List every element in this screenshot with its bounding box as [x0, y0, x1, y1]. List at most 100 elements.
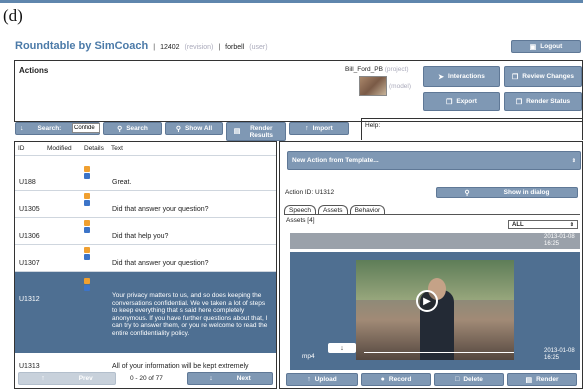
record-button[interactable]: ● Record: [361, 373, 431, 386]
col-text: Text: [111, 145, 123, 152]
figure-label: (d): [3, 6, 23, 25]
col-id: ID: [18, 145, 25, 152]
microphone-icon: ●: [380, 376, 385, 383]
pin-icon: ⚲: [175, 125, 181, 133]
select-arrows-icon: ⇕: [569, 221, 574, 228]
row-id: U1313: [19, 363, 40, 370]
lock-icon: ▣: [529, 43, 537, 51]
project-info: Bill_Ford_PB (project): [345, 66, 409, 73]
action-list-panel: ID Modified Details Text U188 Great. U13…: [14, 141, 277, 389]
col-modified: Modified: [47, 145, 72, 152]
render-button[interactable]: ▤ Render: [507, 373, 577, 386]
arrow-up-icon: ↑: [307, 376, 311, 383]
asset-item-selected[interactable]: ▶ mp4 ↓ 2013-01-08 16:25: [290, 252, 580, 370]
import-button[interactable]: ↑ Import: [289, 122, 349, 135]
review-changes-button[interactable]: ❐ Review Changes: [504, 66, 582, 87]
table-row[interactable]: U1305 Did that answer your question?: [15, 191, 276, 218]
arrow-down-icon: ↓: [340, 344, 344, 352]
export-button[interactable]: ❐ Export: [423, 92, 500, 111]
upload-button[interactable]: ↑ Upload: [286, 373, 358, 386]
row-text: Your privacy matters to us, and so does …: [112, 292, 268, 337]
asset-filter-select[interactable]: ALL ⇕: [508, 220, 578, 229]
render-results-button[interactable]: ▤ Render Results: [226, 122, 286, 141]
new-action-template-select[interactable]: New Action from Template... ⇕: [287, 151, 581, 170]
arrow-down-icon: ↓: [20, 125, 24, 132]
film-icon: ▤: [525, 376, 533, 384]
action-id: Action ID: U1312: [285, 189, 335, 196]
tab-divider: [284, 214, 580, 215]
arrow-down-icon: ↓: [209, 375, 213, 382]
script-icon: [84, 278, 90, 284]
asset-toolbar: ↑ Upload ● Record □ Delete ▤ Render: [286, 373, 577, 386]
assets-count: Assets [4]: [286, 217, 315, 224]
help-panel: Help:: [361, 118, 583, 140]
arrow-up-icon: ↑: [41, 375, 45, 382]
brand-title: Roundtable by SimCoach: [15, 40, 149, 52]
download-button[interactable]: ↓: [328, 343, 356, 353]
pin-icon: ⚲: [464, 189, 470, 197]
prev-button[interactable]: ↑ Prev: [18, 372, 116, 385]
render-status-button[interactable]: ❐ Render Status: [504, 92, 582, 111]
table-row[interactable]: U188 Great.: [15, 164, 276, 191]
asset-type: mp4: [302, 353, 315, 360]
asset-item[interactable]: 2013-01-08 16:25: [290, 233, 580, 249]
user-name: forbell: [225, 44, 245, 51]
video-icon: [84, 285, 90, 291]
actions-title: Actions: [19, 66, 49, 75]
script-icon: [84, 166, 90, 172]
search-button[interactable]: ⚲ Search: [103, 122, 162, 135]
arrow-up-icon: ↑: [305, 125, 309, 132]
table-row[interactable]: U1307 Did that answer your question?: [15, 245, 276, 272]
search-input[interactable]: [72, 123, 100, 133]
export-icon: ❐: [446, 98, 453, 106]
row-id: U1306: [19, 233, 40, 240]
trash-icon: □: [455, 376, 460, 383]
script-icon: [84, 247, 90, 253]
help-label: Help:: [365, 122, 381, 129]
top-bar: [0, 0, 583, 3]
progress-line: [364, 352, 514, 353]
row-text: Did that answer your question?: [112, 206, 209, 213]
table-header: ID Modified Details Text: [15, 142, 276, 156]
row-id: U1307: [19, 260, 40, 267]
model-tag: (model): [389, 83, 412, 90]
copy-icon: ❐: [515, 98, 523, 106]
video-icon: [84, 227, 90, 233]
video-thumbnail[interactable]: ▶: [356, 260, 514, 360]
action-detail-panel: New Action from Template... ⇕ Action ID:…: [279, 141, 583, 389]
separator: |: [218, 44, 221, 51]
script-icon: [84, 220, 90, 226]
video-icon: [84, 173, 90, 179]
table-row[interactable]: U1313 All of your information will be ke…: [15, 357, 276, 370]
revision-tag: (revision): [184, 44, 214, 51]
interactions-button[interactable]: ➤ Interactions: [423, 66, 500, 87]
play-icon[interactable]: ▶: [416, 290, 438, 312]
search-icon: ⚲: [117, 125, 123, 133]
video-icon: [84, 254, 90, 260]
delete-button[interactable]: □ Delete: [434, 373, 504, 386]
table-row[interactable]: U1306 Did that help you?: [15, 218, 276, 245]
script-icon: [84, 193, 90, 199]
row-text: Great.: [112, 179, 132, 186]
row-text: Did that answer your question?: [112, 260, 209, 267]
separator: |: [153, 44, 156, 51]
model-thumbnail[interactable]: [359, 76, 387, 96]
page-info: 0 - 20 of 77: [130, 375, 163, 382]
row-id: U1305: [19, 206, 40, 213]
show-all-button[interactable]: ⚲ Show All: [165, 122, 223, 135]
next-button[interactable]: ↓ Next: [187, 372, 273, 385]
row-id: U188: [19, 179, 36, 186]
col-details: Details: [84, 145, 104, 152]
select-arrows-icon: ⇕: [571, 157, 576, 164]
user-tag: (user): [249, 44, 268, 51]
table-row-selected[interactable]: U1312 Your privacy matters to us, and so…: [15, 272, 276, 353]
row-text: All of your information will be kept ext…: [112, 363, 249, 370]
app-header: Roundtable by SimCoach | 12402 (revision…: [15, 40, 268, 52]
show-in-dialog-button[interactable]: ⚲ Show in dialog: [436, 187, 578, 198]
logout-button[interactable]: ▣ Logout: [511, 40, 581, 53]
video-icon: [84, 200, 90, 206]
actions-panel: Actions Bill_Ford_PB (project) (model) ➤…: [14, 60, 583, 122]
row-id: U1312: [19, 296, 40, 303]
film-icon: ▤: [233, 128, 241, 135]
revision-number: 12402: [160, 44, 180, 51]
